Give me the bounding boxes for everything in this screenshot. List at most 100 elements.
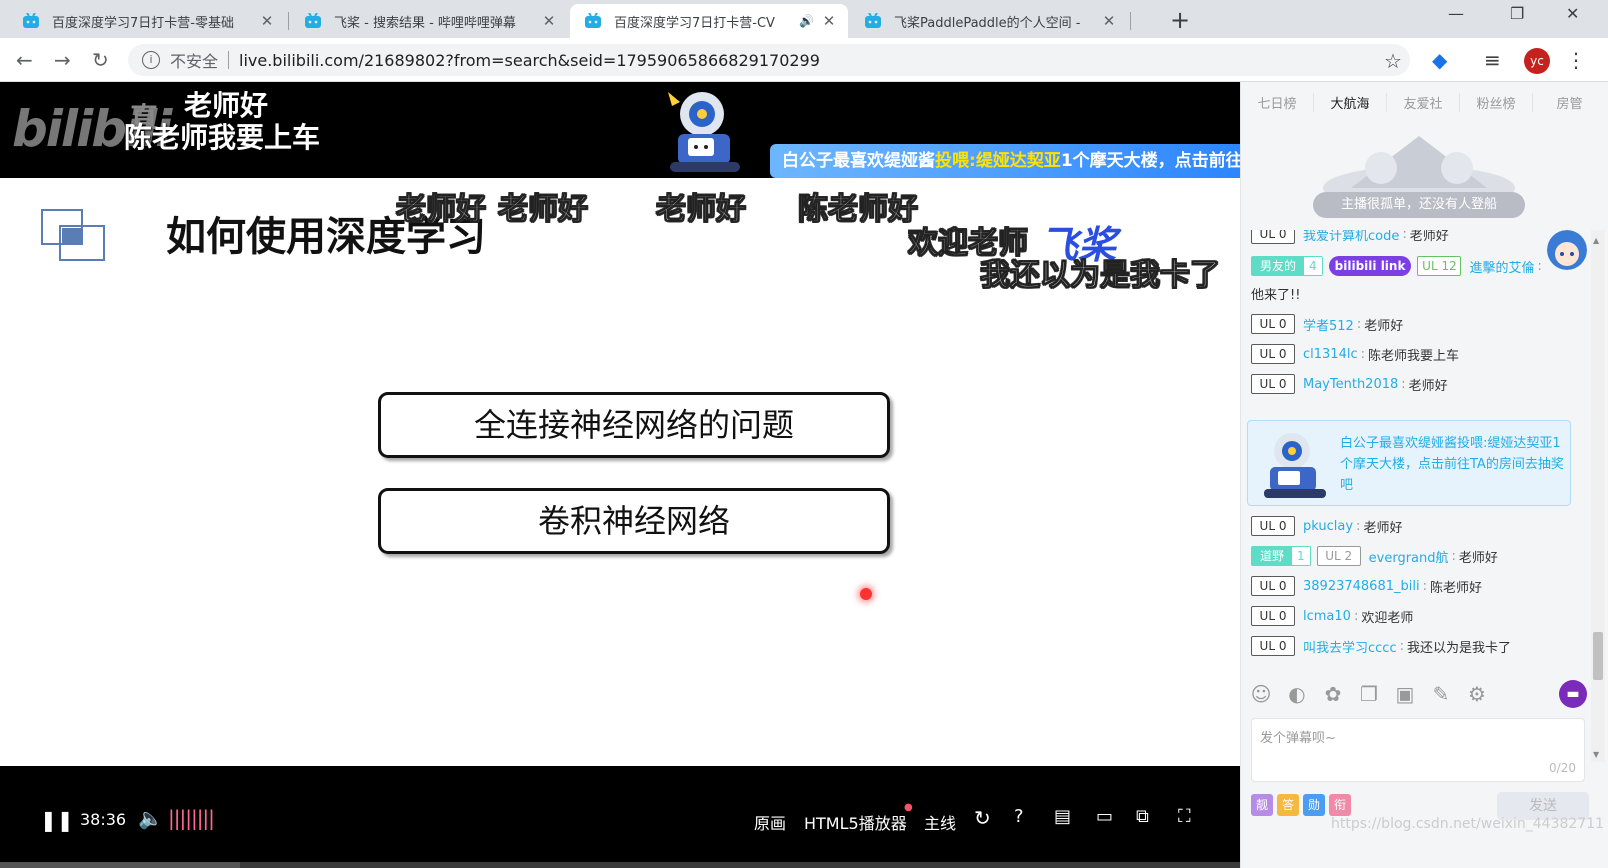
close-icon[interactable]: ✕ <box>258 12 276 30</box>
scroll-down-icon[interactable]: ▼ <box>1593 750 1599 759</box>
extension-graduation-icon[interactable]: ◆ <box>1432 48 1447 72</box>
copy-icon[interactable]: ❐ <box>1357 682 1381 706</box>
fan-medal-badge[interactable]: 道野 1 <box>1251 546 1311 566</box>
scroll-thumb[interactable] <box>1593 632 1603 680</box>
fullscreen-icon[interactable]: ⛶ <box>1178 806 1191 827</box>
restore-icon[interactable]: ❐ <box>1510 4 1524 23</box>
gift-verb: 投喂: <box>935 151 976 171</box>
colon: : <box>1422 578 1427 594</box>
tab-admins[interactable]: 房管 <box>1533 93 1606 112</box>
gift-notice-card[interactable]: 白公子最喜欢缇娅酱投喂:缇娅达契亚1个摩天大楼，点击前往TA的房间去抽奖吧 <box>1247 420 1571 506</box>
elapsed-time: 38:36 <box>80 810 127 829</box>
minimize-icon[interactable]: — <box>1448 4 1464 23</box>
progress-bar[interactable] <box>0 862 1240 868</box>
chip-da[interactable]: 答 <box>1277 794 1299 816</box>
chat-bubble-icon[interactable]: ▬ <box>1559 680 1587 708</box>
browser-tab[interactable]: 百度深度学习7日打卡营-零基础 ✕ <box>8 4 286 38</box>
list-item: UL 0 叫我去学习cccc: 我还以为是我卡了 <box>1251 636 1511 656</box>
username[interactable]: pkuclay <box>1303 519 1353 534</box>
info-icon[interactable]: i <box>142 51 160 69</box>
danmaku: 老师好 <box>656 192 747 228</box>
chip-xun[interactable]: 勋 <box>1303 794 1325 816</box>
refresh-icon[interactable]: ↻ <box>974 806 991 830</box>
slide-squares-icon <box>41 209 105 261</box>
browser-tab-active[interactable]: 百度深度学习7日打卡营-CV 🔊 ✕ <box>570 4 848 38</box>
player-controls: ❚❚ 38:36 🔈 |||||||| 原画 HTML5播放器 ● 主线 ↻ ?… <box>0 766 1240 868</box>
browser-tab[interactable]: 飞桨 - 搜索结果 - 哔哩哔哩弹幕 ✕ <box>290 4 568 38</box>
back-arrow-icon[interactable]: ← <box>16 48 33 72</box>
username[interactable]: 叫我去学习cccc <box>1303 637 1397 656</box>
list-item: UL 0 MayTenth2018: 老师好 <box>1251 374 1448 394</box>
emoji-icon[interactable]: ☺ <box>1249 682 1273 706</box>
edit-icon[interactable]: ✎ <box>1429 682 1453 706</box>
user-level-badge: UL 0 <box>1251 230 1295 244</box>
message-text: 陈老师我要上车 <box>1368 348 1460 364</box>
username[interactable]: 38923748681_bili <box>1303 579 1420 594</box>
player-switch-button[interactable]: HTML5播放器 <box>804 810 907 834</box>
close-icon[interactable]: ✕ <box>820 12 838 30</box>
forward-arrow-icon[interactable]: → <box>54 48 71 72</box>
list-item: UL 0 cl1314lc: 陈老师我要上车 <box>1251 344 1459 364</box>
line-button[interactable]: 主线 <box>924 810 956 834</box>
browser-menu-icon[interactable]: ⋮ <box>1566 48 1586 72</box>
danmaku-toggle-icon[interactable]: ▭ <box>1096 806 1113 827</box>
side-panel: 七日榜 大航海 友爱社 粉丝榜 房管 主播很孤单，还没有人登船 UL 0 我爱计… <box>1240 82 1608 868</box>
username[interactable]: 進擊的艾倫 <box>1469 257 1534 276</box>
settings-box-icon[interactable]: ⚙ <box>1465 682 1489 706</box>
message-text: 老师好 <box>1408 378 1448 394</box>
reload-icon[interactable]: ↻ <box>92 48 109 72</box>
danmaku-settings-icon[interactable]: ▤ <box>1054 806 1071 827</box>
username[interactable]: cl1314lc <box>1303 347 1358 362</box>
window-close-icon[interactable]: ✕ <box>1566 4 1579 23</box>
tab-seven-day[interactable]: 七日榜 <box>1241 92 1314 112</box>
user-level-badge: UL 0 <box>1251 344 1295 364</box>
username[interactable]: evergrand航 <box>1369 547 1449 566</box>
quality-button[interactable]: 原画 <box>754 810 786 834</box>
chat-scrollbar[interactable]: ▲ ▼ <box>1591 230 1605 762</box>
tab-guard[interactable]: 大航海 <box>1314 92 1387 112</box>
volume-slider[interactable]: |||||||| <box>168 806 215 830</box>
media-queue-icon[interactable]: ≡ <box>1484 48 1501 72</box>
scroll-up-icon[interactable]: ▲ <box>1593 236 1599 245</box>
new-tab-button[interactable]: + <box>1170 6 1190 34</box>
close-icon[interactable]: ✕ <box>1100 12 1118 30</box>
profile-avatar[interactable]: yc <box>1524 48 1550 74</box>
chat-toolbar: ☺ ◐ ✿ ❐ ▣ ✎ ⚙ <box>1249 682 1489 706</box>
fan-medal-badge[interactable]: 男友的 4 <box>1251 256 1323 276</box>
palette-icon[interactable]: ◐ <box>1285 682 1309 706</box>
pause-icon[interactable]: ❚❚ <box>40 808 74 832</box>
tab-fan-club[interactable]: 友爱社 <box>1387 92 1460 112</box>
browser-tab[interactable]: 飞桨PaddlePaddle的个人空间 - ✕ <box>850 4 1128 38</box>
char-counter: 0/20 <box>1549 761 1576 775</box>
webfullscreen-icon[interactable]: ⧉ <box>1136 806 1149 827</box>
username[interactable]: 学者512 <box>1303 315 1354 334</box>
url-field[interactable]: i 不安全 live.bilibili.com/21689802?from=se… <box>128 44 1410 76</box>
danmaku-input[interactable]: 发个弹幕呗~ 0/20 <box>1251 718 1585 782</box>
video-player[interactable]: bilibili 直 老师好 陈老师我要上车 白公子最喜欢缇娅酱投喂:缇娅达契亚… <box>0 82 1240 868</box>
volume-icon[interactable]: 🔈 <box>138 806 163 830</box>
tab-fans-rank[interactable]: 粉丝榜 <box>1460 92 1533 112</box>
username[interactable]: MayTenth2018 <box>1303 377 1398 392</box>
fan-medal-name: 男友的 <box>1252 257 1305 275</box>
list-item: 男友的 4 bilibili link UL 12 進擊的艾倫: <box>1251 256 1545 276</box>
username[interactable]: lcma10 <box>1303 609 1351 624</box>
anime-avatar[interactable] <box>1547 230 1587 270</box>
speaker-icon[interactable]: 🔊 <box>799 14 814 28</box>
bookmark-star-icon[interactable]: ☆ <box>1384 49 1402 73</box>
colon: : <box>1402 230 1407 242</box>
bilibili-tv-icon <box>865 13 881 28</box>
url-text[interactable]: live.bilibili.com/21689802?from=search&s… <box>239 51 820 70</box>
list-item: 道野 1 UL 2 evergrand航: 老师好 <box>1251 546 1498 566</box>
close-icon[interactable]: ✕ <box>540 12 558 30</box>
gift-target: 缇娅达契亚 <box>975 151 1061 171</box>
help-icon[interactable]: ? <box>1014 806 1024 827</box>
bilibili-tv-icon <box>585 13 601 28</box>
colon: : <box>1399 638 1404 654</box>
gear-icon[interactable]: ✿ <box>1321 682 1345 706</box>
bilibili-link-badge: bilibili link <box>1328 256 1412 276</box>
username[interactable]: 我爱计算机code <box>1303 230 1399 244</box>
gift-banner[interactable]: 白公子最喜欢缇娅酱投喂:缇娅达契亚1个摩天大楼，点击前往TA的房间去抽奖吧 <box>770 144 1240 178</box>
screen-icon[interactable]: ▣ <box>1393 682 1417 706</box>
chip-xian[interactable]: 衔 <box>1329 794 1351 816</box>
chip-liang[interactable]: 靓 <box>1251 794 1273 816</box>
